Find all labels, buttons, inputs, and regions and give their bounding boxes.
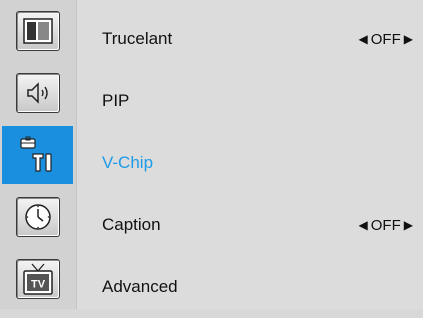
menu-item-pip[interactable]: PIP <box>77 70 423 132</box>
sidebar-item-time[interactable] <box>2 188 73 246</box>
menu-category-sidebar: TV <box>0 0 77 309</box>
sound-icon <box>15 73 60 113</box>
arrow-left-icon[interactable]: ◀ <box>359 218 368 232</box>
menu-list: Trucelant ◀ OFF ▶ PIP V-Chip Caption ◀ O… <box>77 0 423 309</box>
menu-item-label: Caption <box>102 215 161 234</box>
arrow-right-icon[interactable]: ▶ <box>404 32 413 46</box>
menu-item-label: Advanced <box>102 277 178 296</box>
menu-item-label: V-Chip <box>102 153 154 172</box>
sidebar-item-setup[interactable] <box>2 126 73 184</box>
menu-item-label: PIP <box>102 91 130 110</box>
sidebar-item-tv[interactable]: TV <box>2 250 73 308</box>
sidebar-item-picture[interactable] <box>2 2 73 60</box>
arrow-right-icon[interactable]: ▶ <box>404 218 413 232</box>
setup-menu-screen: TV Trucelant ◀ OFF ▶ PIP V-Chip Caption … <box>0 0 423 309</box>
menu-item-caption[interactable]: Caption ◀ OFF ▶ <box>77 194 423 256</box>
sidebar-item-sound[interactable] <box>2 64 73 122</box>
tv-icon: TV <box>15 259 60 299</box>
arrow-left-icon[interactable]: ◀ <box>359 32 368 46</box>
menu-item-value: ◀ OFF ▶ <box>359 217 413 234</box>
caption-value: OFF <box>370 216 401 234</box>
trucelant-value: OFF <box>370 30 401 48</box>
clock-icon <box>15 197 60 237</box>
menu-item-value: ◀ OFF ▶ <box>359 31 413 48</box>
setup-icon <box>15 135 60 175</box>
tv-icon-label: TV <box>30 279 45 291</box>
menu-item-v-chip[interactable]: V-Chip <box>77 132 423 194</box>
picture-icon <box>15 11 60 51</box>
menu-item-label: Trucelant <box>102 29 173 48</box>
menu-item-trucelant[interactable]: Trucelant ◀ OFF ▶ <box>77 8 423 70</box>
